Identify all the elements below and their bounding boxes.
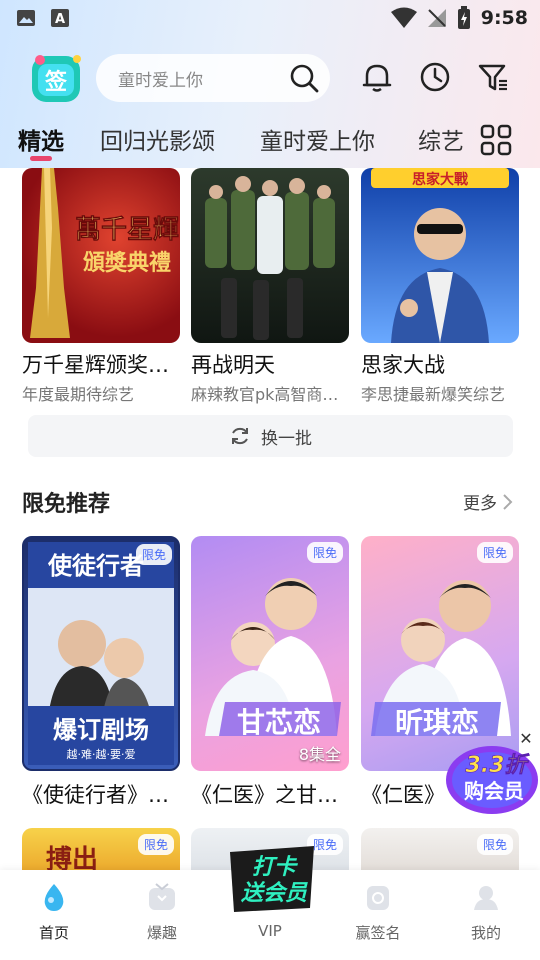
tab-variety[interactable]: 综艺 [418, 122, 464, 156]
card-poster: 甘芯恋 限免 8集全 [191, 536, 349, 771]
chevron-right-icon [503, 493, 513, 510]
card-poster [191, 168, 349, 343]
check-in-vip-badge[interactable]: 打卡 送会员 [222, 842, 322, 914]
nav-fun[interactable]: 爆趣 [108, 870, 216, 960]
search-icon[interactable] [288, 62, 320, 94]
poster-bottom-text: 昕琪恋 [395, 706, 479, 739]
close-icon[interactable]: ✕ [518, 731, 534, 747]
cast-group-image [205, 176, 335, 340]
nav-label: 首页 [38, 924, 69, 942]
card-poster: 搏出 限免 [22, 828, 180, 872]
tv-icon [149, 883, 175, 910]
card-poster: 萬千星輝 頒獎典禮 [22, 168, 180, 343]
vip-badge-line1: 打卡 [252, 855, 298, 880]
poster-bottom-text: 爆订剧场 [53, 716, 149, 744]
wifi-icon [390, 7, 417, 28]
bell-icon[interactable] [360, 60, 394, 94]
episode-count: 8集全 [298, 745, 341, 764]
free-badge: 限免 [306, 542, 343, 563]
nav-profile[interactable]: 我的 [432, 870, 540, 960]
nav-label: 赢签名 [355, 924, 401, 942]
vip-badge-line2: 送会员 [240, 881, 308, 906]
drama-poster-image: 甘芯恋 [205, 578, 341, 739]
free-badge: 限免 [476, 834, 513, 855]
promo-discount-text: 3.3折 [466, 753, 531, 778]
no-signal-icon [427, 9, 446, 27]
nav-label: VIP [258, 922, 282, 940]
svg-text:頒獎典禮: 頒獎典禮 [82, 250, 171, 276]
card-poster: 使徒行者 爆订剧场 越·难·越·要·爱 限免 [22, 536, 180, 771]
battery-charging-icon [457, 6, 470, 29]
card-subtitle: 年度最期待综艺 [22, 385, 135, 404]
card-title: 《仁医》之甘… [191, 783, 338, 807]
search-placeholder: 童时爱上你 [118, 70, 203, 91]
nav-win-signature[interactable]: 赢签名 [324, 870, 432, 960]
card-poster: 限免 [361, 828, 519, 872]
poster-text: 搏出 [46, 845, 98, 872]
category-grid-icon[interactable] [480, 124, 512, 156]
poster-top-text: 使徒行者 [47, 552, 144, 580]
svg-text:思家大戰: 思家大戰 [412, 171, 468, 188]
drama-poster-image: 使徒行者 爆订剧场 越·难·越·要·爱 [28, 542, 174, 765]
card-title: 再战明天 [191, 353, 275, 377]
nav-label: 我的 [470, 924, 501, 942]
more-label: 更多 [463, 494, 497, 514]
free-badge: 限免 [476, 542, 513, 563]
gallery-icon [17, 10, 35, 26]
card-subtitle: 李思捷最新爆笑综艺 [361, 385, 506, 404]
search-bar[interactable]: 童时爱上你 [96, 54, 330, 102]
card-title: 思家大战 [361, 353, 445, 377]
card-title: 万千星辉颁奖… [22, 353, 169, 377]
section-title: 限免推荐 [22, 492, 111, 517]
free-badge: 限免 [135, 544, 172, 565]
refresh-batch-button[interactable]: 换一批 [28, 415, 513, 457]
font-notification-icon: A [51, 9, 69, 27]
refresh-label: 换一批 [261, 428, 312, 449]
poster-caption: 越·难·越·要·爱 [67, 747, 136, 761]
svg-text:A: A [55, 12, 65, 27]
home-drop-icon [44, 884, 64, 911]
card-subtitle: 麻辣教官pk高智商… [191, 385, 339, 404]
free-drama-card[interactable]: 限免 [361, 828, 519, 872]
host-portrait-image: 思家大戰 [371, 168, 509, 343]
more-link[interactable]: 更多 [463, 489, 513, 514]
tab-childhood-love[interactable]: 童时爱上你 [260, 122, 375, 156]
status-clock: 9:58 [480, 7, 528, 29]
filter-icon[interactable] [476, 60, 510, 94]
promo-buy-text: 购会员 [464, 779, 524, 803]
refresh-icon [232, 427, 248, 445]
card-poster: 思家大戰 [361, 168, 519, 343]
active-tab-indicator [30, 156, 52, 161]
category-tabs: 精选 回归光影颂 童时爱上你 综艺 [0, 118, 470, 162]
card-title: 《使徒行者》… [22, 783, 169, 807]
membership-discount-promo[interactable]: 3.3折 购会员 [440, 736, 540, 818]
nav-home[interactable]: 首页 [0, 870, 108, 960]
profile-icon [474, 886, 498, 910]
history-clock-icon[interactable] [418, 60, 452, 94]
trophy-icon: 萬千星輝 頒獎典禮 [30, 168, 179, 338]
nav-label: 爆趣 [146, 924, 177, 942]
svg-text:萬千星輝: 萬千星輝 [75, 215, 179, 245]
poster-bottom-text: 甘芯恋 [237, 706, 321, 739]
logo-text: 签 [44, 69, 68, 95]
free-drama-card[interactable]: 搏出 限免 [22, 828, 180, 872]
app-sign-in-logo-icon[interactable]: 签 [30, 52, 84, 104]
free-badge: 限免 [137, 834, 174, 855]
signature-cup-icon [367, 886, 389, 910]
tab-return-light[interactable]: 回归光影颂 [100, 122, 215, 156]
status-bar: A 9:58 [0, 0, 540, 36]
tab-featured[interactable]: 精选 [18, 122, 64, 156]
